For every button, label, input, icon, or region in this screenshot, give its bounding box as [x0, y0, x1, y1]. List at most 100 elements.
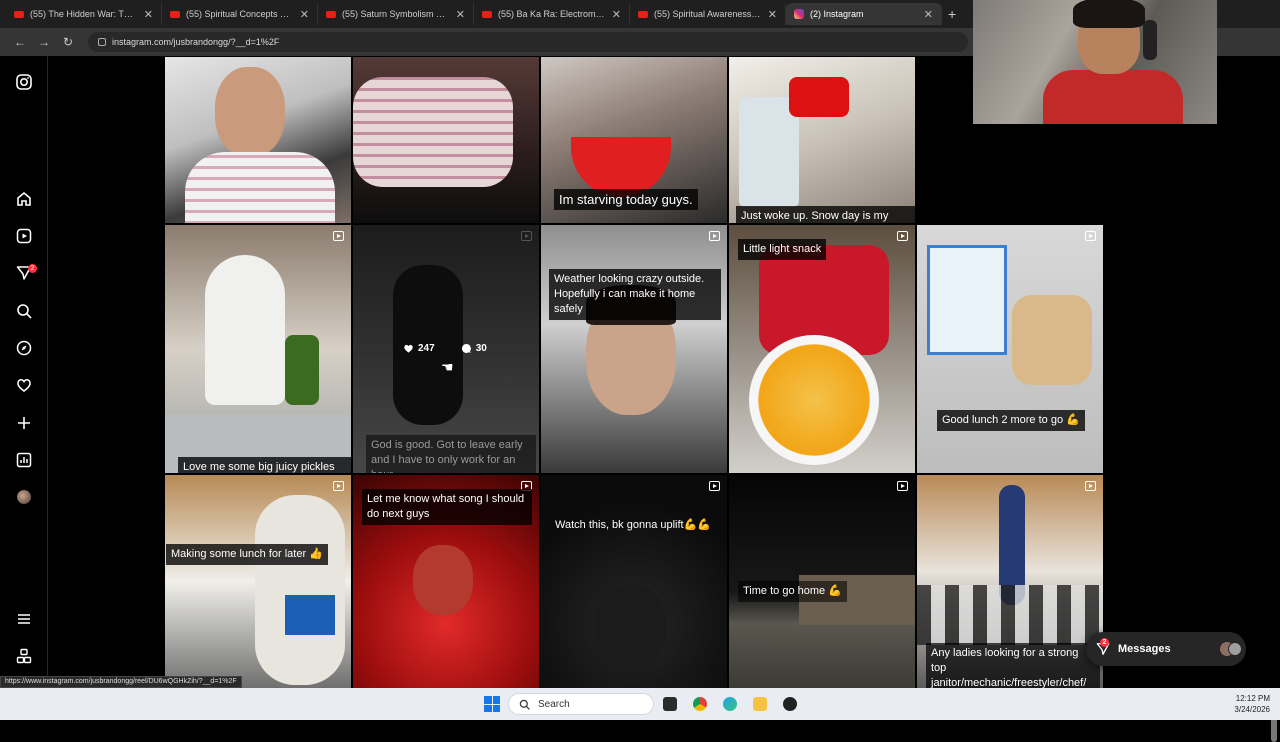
edge-icon[interactable] — [723, 697, 737, 711]
reel-thumbnail-hover[interactable]: God is good. Got to leave early and I ha… — [353, 225, 539, 473]
profile-avatar[interactable] — [17, 490, 31, 504]
browser-tab[interactable]: (55) Spiritual Awareness Will Ru✕ — [630, 3, 786, 25]
windows-start-icon[interactable] — [484, 696, 500, 712]
status-bar-url: https://www.instagram.com/jusbrandongg/r… — [0, 676, 242, 688]
browser-tab[interactable]: (55) Saturn Symbolism Deep Di✕ — [318, 3, 474, 25]
file-explorer-icon[interactable] — [753, 697, 767, 711]
youtube-icon — [170, 10, 180, 18]
thumbnail-art — [1012, 295, 1092, 385]
menu-icon[interactable] — [16, 611, 32, 627]
dashboard-icon[interactable] — [16, 452, 32, 468]
taskbar-search[interactable]: Search — [508, 693, 654, 715]
post-caption: God is good. Got to leave early and I ha… — [366, 435, 536, 473]
reel-thumbnail[interactable]: Good lunch 2 more to go 💪 — [917, 225, 1103, 473]
reel-thumbnail[interactable]: Any ladies looking for a strong top jani… — [917, 475, 1103, 688]
post-thumbnail[interactable] — [165, 57, 351, 223]
close-icon[interactable]: ✕ — [612, 8, 621, 21]
messages-label: Messages — [1118, 643, 1171, 655]
close-icon[interactable]: ✕ — [768, 8, 777, 21]
explore-icon[interactable] — [16, 340, 32, 356]
youtube-icon — [638, 10, 648, 18]
comment-icon — [461, 344, 471, 353]
thumbnail-art — [413, 545, 473, 615]
close-icon[interactable]: ✕ — [924, 8, 933, 21]
post-thumbnail[interactable]: Im starving today guys. — [541, 57, 727, 223]
reel-thumbnail[interactable]: Little light snack — [729, 225, 915, 473]
reel-thumbnail[interactable]: Watch this, bk gonna uplift💪💪 — [541, 475, 727, 688]
reels-icon[interactable] — [16, 228, 32, 244]
webcam-art — [1043, 70, 1183, 124]
also-from-meta-icon[interactable] — [16, 648, 32, 664]
post-caption: Time to go home 💪 — [738, 581, 847, 602]
thumbnail-art — [596, 585, 666, 665]
search-icon — [519, 699, 530, 710]
messages-button[interactable]: 2 Messages — [1086, 632, 1246, 666]
thumbnail-art — [917, 585, 1103, 645]
instagram-logo-icon[interactable] — [16, 74, 32, 90]
reel-icon — [897, 481, 908, 491]
address-bar[interactable]: instagram.com/jusbrandongg/?__d=1%2F — [88, 32, 968, 52]
search-icon[interactable] — [16, 303, 32, 319]
browser-tab[interactable]: (55) Ba Ka Ra: Electromagnetic✕ — [474, 3, 630, 25]
thumbnail-art — [285, 595, 335, 635]
app-icon[interactable] — [783, 697, 797, 711]
reel-thumbnail[interactable]: Weather looking crazy outside. Hopefully… — [541, 225, 727, 473]
page-right-gutter — [1105, 124, 1280, 742]
post-caption: Little light snack — [738, 239, 827, 260]
post-caption: Any ladies looking for a strong top jani… — [926, 643, 1100, 688]
notification-badge: 2 — [28, 264, 37, 273]
reel-icon — [709, 481, 720, 491]
browser-tab[interactable]: (55) Spiritual Concepts Everyone✕ — [162, 3, 318, 25]
thumbnail-art — [353, 77, 513, 187]
thumbnail-art — [255, 495, 345, 685]
post-thumbnail[interactable]: Just woke up. Snow day is my kinda — [729, 57, 915, 223]
thumbnail-art — [285, 335, 319, 405]
instagram-icon — [794, 9, 804, 19]
browser-tab-active[interactable]: (2) Instagram ✕ — [786, 3, 942, 25]
forward-icon[interactable]: → — [32, 35, 56, 49]
heart-icon — [404, 344, 413, 353]
close-icon[interactable]: ✕ — [456, 8, 465, 21]
heart-icon[interactable] — [16, 377, 32, 393]
create-icon[interactable] — [16, 415, 32, 431]
thumbnail-art — [185, 152, 335, 223]
reel-icon — [1085, 231, 1096, 241]
close-icon[interactable]: ✕ — [300, 8, 309, 21]
thumbnail-art — [927, 245, 1007, 355]
post-caption: Let me know what song I should do next g… — [362, 489, 532, 525]
reel-thumbnail[interactable]: Love me some big juicy pickles 😍 — [165, 225, 351, 473]
system-clock[interactable]: 12:12 PM 3/24/2026 — [1234, 693, 1270, 715]
post-caption: Im starving today guys. — [554, 189, 698, 210]
close-icon[interactable]: ✕ — [144, 8, 153, 21]
thumbnail-art — [205, 255, 285, 405]
webcam-art — [1143, 20, 1157, 60]
browser-tab[interactable]: (55) The Hidden War: The Loosh✕ — [6, 3, 162, 25]
back-icon[interactable]: ← — [8, 35, 32, 49]
chrome-icon[interactable] — [693, 697, 707, 711]
clock-time: 12:12 PM — [1235, 694, 1270, 703]
clock-date: 3/24/2026 — [1234, 705, 1270, 714]
messages-badge: 2 — [1100, 638, 1109, 647]
engagement-stats: 247 30 — [403, 343, 487, 354]
reel-thumbnail[interactable]: Time to go home 💪 — [729, 475, 915, 688]
thumbnail-art — [215, 67, 285, 157]
post-caption: Love me some big juicy pickles 😍 — [178, 457, 351, 473]
webcam-art — [1073, 0, 1145, 28]
post-thumbnail[interactable] — [353, 57, 539, 223]
new-tab-button[interactable]: + — [948, 6, 956, 22]
reload-icon[interactable]: ↻ — [56, 35, 80, 49]
windows-taskbar: Search 12:12 PM 3/24/2026 — [0, 688, 1280, 720]
avatar — [1228, 642, 1242, 656]
post-caption: Making some lunch for later 👍 — [166, 544, 328, 565]
task-view-icon[interactable] — [663, 697, 677, 711]
reel-icon — [333, 231, 344, 241]
reel-thumbnail[interactable]: Making some lunch for later 👍 — [165, 475, 351, 688]
site-info-icon[interactable] — [98, 38, 106, 46]
mouse-cursor-icon: ☚ — [441, 359, 454, 375]
taskbar-search-label: Search — [538, 698, 570, 710]
webcam-overlay — [973, 0, 1217, 124]
reel-thumbnail[interactable]: Let me know what song I should do next g… — [353, 475, 539, 688]
post-caption: Good lunch 2 more to go 💪 — [937, 410, 1085, 431]
youtube-icon — [482, 10, 492, 18]
home-icon[interactable] — [16, 191, 32, 207]
